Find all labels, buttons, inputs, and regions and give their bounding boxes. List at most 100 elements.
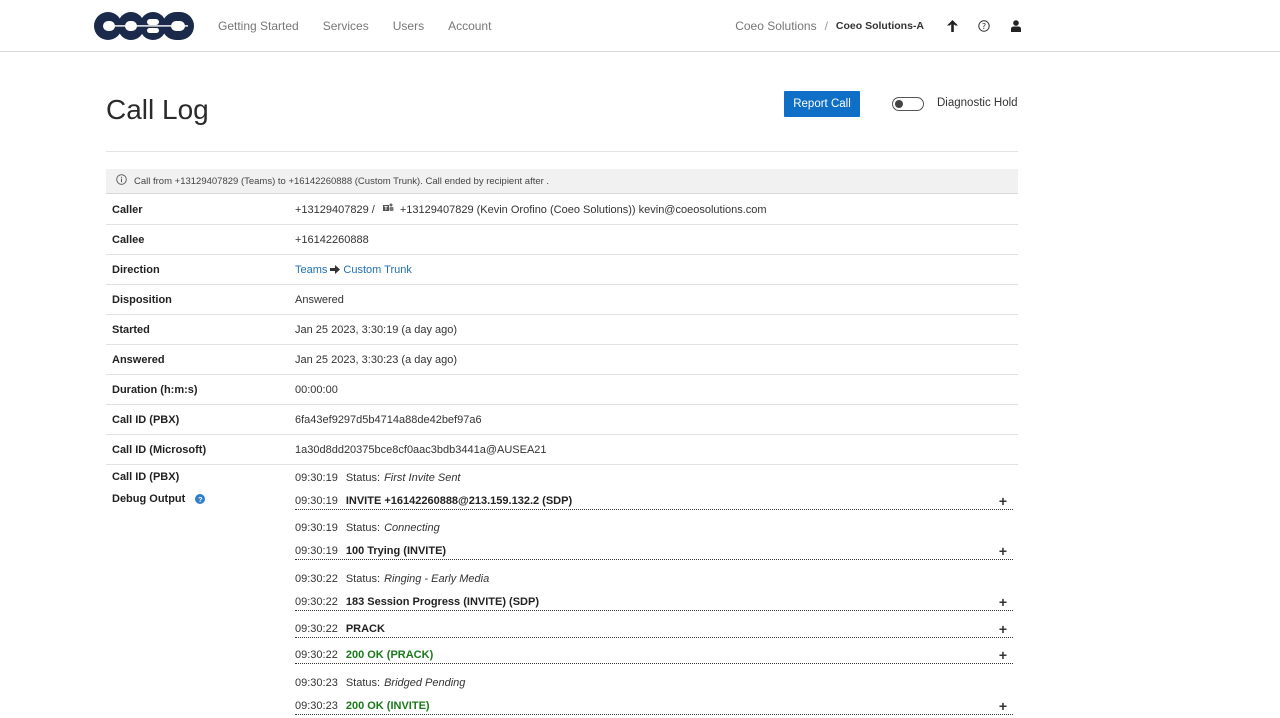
detail-value: 1a30d8dd20375bce8cf0aac3bdb3441a@AUSEA21 — [295, 443, 547, 456]
breadcrumb-current[interactable]: Coeo Solutions-A — [836, 20, 924, 32]
detail-label: Call ID (Microsoft) — [112, 443, 207, 456]
help-circle-icon[interactable]: ? — [978, 20, 990, 32]
detail-row-disposition: Disposition Answered — [106, 285, 1018, 315]
call-details-table: Caller +13129407829 / T +13129407829 (Ke… — [106, 195, 1018, 465]
detail-value: Jan 25 2023, 3:30:23 (a day ago) — [295, 353, 458, 366]
debug-status-row: 09:30:23 Status: Bridged Pending — [295, 674, 1013, 692]
debug-message-row[interactable]: 09:30:19 100 Trying (INVITE) + — [295, 542, 1013, 560]
direction-from-link[interactable]: Teams — [295, 264, 327, 276]
status-prefix: Status: — [345, 472, 381, 484]
status-text: Connecting — [384, 522, 440, 534]
debug-output-label: Debug Output ? — [112, 493, 206, 505]
event-time: 09:30:22 — [295, 622, 338, 635]
report-call-button[interactable]: Report Call — [784, 91, 860, 117]
caller-number: +13129407829 / — [295, 203, 375, 216]
sip-message: INVITE +16142260888@213.159.132.2 (SDP) — [345, 494, 573, 507]
detail-row-caller: Caller +13129407829 / T +13129407829 (Ke… — [106, 195, 1018, 225]
svg-text:T: T — [384, 206, 388, 212]
detail-value: Teams Custom Trunk — [295, 264, 412, 276]
status-text: Ringing - Early Media — [384, 573, 490, 585]
sip-message: 183 Session Progress (INVITE) (SDP) — [345, 595, 539, 608]
detail-row-duration: Duration (h:m:s) 00:00:00 — [106, 375, 1018, 405]
sip-message: PRACK — [345, 622, 385, 635]
debug-message-row[interactable]: 09:30:22 200 OK (PRACK) + — [295, 646, 1013, 664]
debug-message-row[interactable]: 09:30:22 183 Session Progress (INVITE) (S… — [295, 593, 1013, 611]
expand-plus-icon[interactable]: + — [999, 544, 1007, 558]
status-prefix: Status: — [345, 677, 381, 689]
event-time: 09:30:22 — [295, 573, 338, 585]
info-icon — [116, 174, 127, 188]
debug-message-row[interactable]: 09:30:23 200 OK (INVITE) + — [295, 697, 1013, 715]
status-prefix: Status: — [345, 522, 381, 534]
breadcrumb-separator: / — [824, 19, 828, 33]
detail-value: +13129407829 / T +13129407829 (Kevin Oro… — [295, 203, 767, 216]
debug-status-row: 09:30:19 Status: First Invite Sent — [295, 469, 1013, 487]
detail-row-call-id-microsoft: Call ID (Microsoft) 1a30d8dd20375bce8cf0… — [106, 435, 1018, 465]
page-title: Call Log — [106, 94, 209, 125]
detail-row-call-id-pbx: Call ID (PBX) 6fa43ef9297d5b4714a88de42b… — [106, 405, 1018, 435]
detail-label: Callee — [112, 233, 145, 246]
detail-value: Answered — [295, 293, 344, 306]
debug-message-row[interactable]: 09:30:22 PRACK + — [295, 620, 1013, 638]
debug-status-row: 09:30:22 Status: Ringing - Early Media — [295, 570, 1013, 588]
sip-message: 200 OK (PRACK) — [345, 648, 434, 661]
breadcrumb: Coeo Solutions / Coeo Solutions-A ? — [735, 0, 1022, 52]
top-navbar: Getting Started Services Users Account C… — [0, 0, 1280, 52]
event-time: 09:30:19 — [295, 522, 338, 534]
divider — [106, 151, 1018, 152]
teams-icon: T — [382, 203, 394, 216]
event-time: 09:30:19 — [295, 494, 338, 507]
expand-plus-icon[interactable]: + — [999, 699, 1007, 713]
event-time: 09:30:23 — [295, 677, 338, 689]
debug-output-text: Debug Output — [112, 493, 186, 505]
status-text: First Invite Sent — [384, 472, 461, 484]
sip-message: 200 OK (INVITE) — [345, 699, 430, 712]
detail-value: 00:00:00 — [295, 383, 338, 396]
detail-row-answered: Answered Jan 25 2023, 3:30:23 (a day ago… — [106, 345, 1018, 375]
detail-label: Caller — [112, 203, 143, 216]
nav-services[interactable]: Services — [323, 19, 369, 33]
expand-plus-icon[interactable]: + — [999, 494, 1007, 508]
call-summary-banner: Call from +13129407829 (Teams) to +16142… — [106, 169, 1018, 194]
sip-message: 100 Trying (INVITE) — [345, 544, 447, 557]
detail-label: Direction — [112, 263, 160, 276]
nav-getting-started[interactable]: Getting Started — [218, 19, 299, 33]
event-time: 09:30:19 — [295, 544, 338, 557]
detail-label: Call ID (PBX) — [112, 413, 180, 426]
coeo-logo[interactable] — [94, 10, 194, 42]
expand-plus-icon[interactable]: + — [999, 622, 1007, 636]
breadcrumb-parent[interactable]: Coeo Solutions — [735, 19, 816, 33]
status-prefix: Status: — [345, 573, 381, 585]
nav-users[interactable]: Users — [393, 19, 424, 33]
status-text: Bridged Pending — [384, 677, 466, 689]
detail-label: Duration (h:m:s) — [112, 383, 198, 396]
toggle-knob — [895, 100, 903, 108]
call-summary-text: Call from +13129407829 (Teams) to +16142… — [134, 175, 550, 187]
event-time: 09:30:19 — [295, 472, 338, 484]
detail-row-direction: Direction Teams Custom Trunk — [106, 255, 1018, 285]
event-time: 09:30:22 — [295, 648, 338, 661]
detail-label: Started — [112, 323, 150, 336]
debug-message-row[interactable]: 09:30:19 INVITE +16142260888@213.159.132.… — [295, 492, 1013, 510]
diagnostic-hold-label: Diagnostic Hold — [937, 97, 1018, 109]
arrow-up-icon[interactable] — [946, 20, 958, 32]
diagnostic-hold-toggle[interactable] — [892, 97, 924, 111]
detail-row-started: Started Jan 25 2023, 3:30:19 (a day ago) — [106, 315, 1018, 345]
user-icon[interactable] — [1010, 20, 1022, 32]
detail-label: Disposition — [112, 293, 172, 306]
detail-value: 6fa43ef9297d5b4714a88de42bef97a6 — [295, 413, 482, 426]
svg-text:?: ? — [982, 22, 986, 31]
arrow-right-icon — [330, 265, 341, 274]
event-time: 09:30:22 — [295, 595, 338, 608]
event-time: 09:30:23 — [295, 699, 338, 712]
direction-to-link[interactable]: Custom Trunk — [343, 264, 411, 276]
debug-call-id-label: Call ID (PBX) — [112, 471, 180, 483]
caller-teams-identity: +13129407829 (Kevin Orofino (Coeo Soluti… — [399, 203, 767, 216]
nav-account[interactable]: Account — [448, 19, 491, 33]
expand-plus-icon[interactable]: + — [999, 595, 1007, 609]
detail-value: Jan 25 2023, 3:30:19 (a day ago) — [295, 323, 458, 336]
detail-row-callee: Callee +16142260888 — [106, 225, 1018, 255]
expand-plus-icon[interactable]: + — [999, 648, 1007, 662]
debug-status-row: 09:30:19 Status: Connecting — [295, 519, 1013, 537]
help-icon[interactable]: ? — [195, 494, 206, 504]
